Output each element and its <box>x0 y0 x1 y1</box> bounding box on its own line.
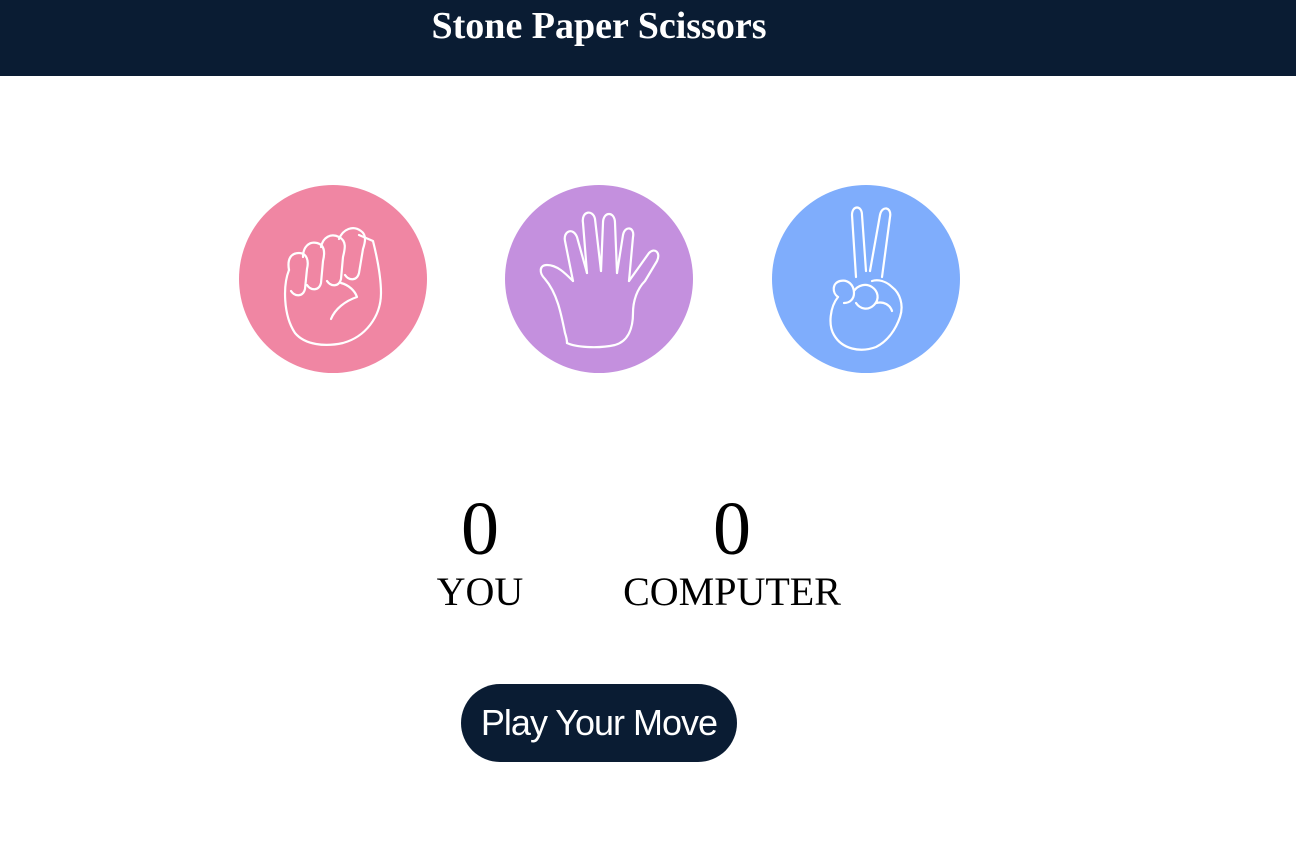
computer-score-label: COMPUTER <box>623 569 841 614</box>
peace-hand-icon <box>829 206 903 351</box>
computer-score: 0 <box>713 487 751 571</box>
computer-score-panel: 0 COMPUTER <box>612 488 852 614</box>
page-title: Stone Paper Scissors <box>431 5 767 47</box>
fist-icon <box>283 227 383 346</box>
scissors-choice-button[interactable] <box>772 185 960 373</box>
play-move-button[interactable]: Play Your Move <box>461 684 737 762</box>
user-score-panel: 0 YOU <box>429 488 531 614</box>
app-header: Stone Paper Scissors <box>0 0 1296 76</box>
paper-choice-button[interactable] <box>505 185 693 373</box>
user-score-label: YOU <box>436 569 524 614</box>
user-score: 0 <box>461 487 499 571</box>
open-hand-icon <box>539 211 660 349</box>
stone-choice-button[interactable] <box>239 185 427 373</box>
